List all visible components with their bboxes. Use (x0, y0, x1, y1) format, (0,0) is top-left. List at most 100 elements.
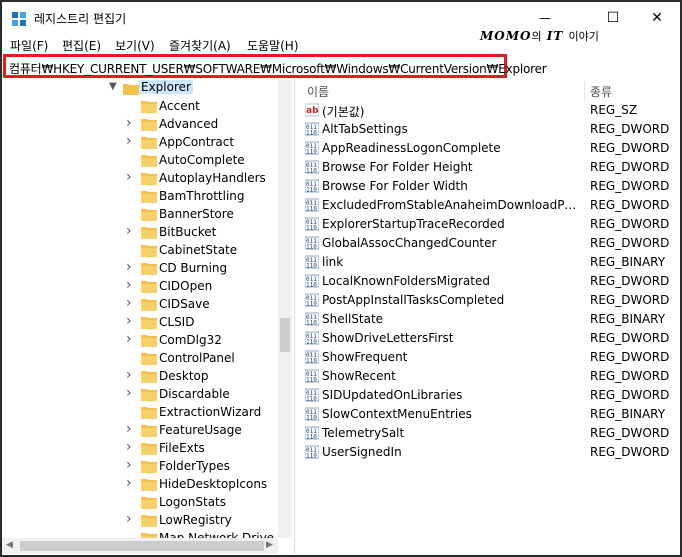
value-type: REG_DWORD (590, 236, 670, 250)
value-type: REG_DWORD (590, 179, 670, 193)
scroll-left-icon[interactable]: ◀ (6, 540, 13, 550)
chevron-right-icon[interactable]: › (126, 313, 132, 329)
tree-item-label: HideDesktopIcons (159, 477, 268, 491)
list-item[interactable]: 011 110 GlobalAssocChangedCounter REG_DWORD (300, 234, 680, 253)
tree-item[interactable]: › BitBucket (2, 223, 278, 242)
folder-icon (141, 155, 157, 167)
tree-item[interactable]: › FileExts (2, 439, 278, 458)
value-name: SIDUpdatedOnLibraries (322, 388, 463, 402)
tree-item[interactable]: LogonStats (2, 494, 278, 512)
tree-item[interactable]: Map Network Drive M (2, 530, 288, 538)
list-item[interactable]: 011 110 ShowDriveLettersFirst REG_DWORD (300, 329, 680, 348)
chevron-right-icon[interactable]: › (126, 439, 132, 455)
chevron-right-icon[interactable]: › (126, 223, 132, 239)
list-item[interactable]: 011 110 UserSignedIn REG_DWORD (300, 443, 680, 462)
list-item[interactable]: 011 110 AltTabSettings REG_DWORD (300, 120, 680, 139)
tree-item[interactable]: BannerStore (2, 206, 278, 224)
chevron-right-icon[interactable]: › (126, 115, 132, 131)
tree-item[interactable]: › LowRegistry (2, 511, 278, 530)
list-item[interactable]: 011 110 ExcludedFromStableAnaheimDownloadP… (300, 196, 680, 215)
list-item[interactable]: 011 110 LocalKnownFoldersMigrated REG_DWORD (300, 272, 680, 291)
tree-item[interactable]: Accent (2, 98, 278, 116)
list-item[interactable]: 011 110 link REG_BINARY (300, 253, 680, 272)
list-item[interactable]: 011 110 ShowFrequent REG_DWORD (300, 348, 680, 367)
folder-open-icon (123, 84, 139, 95)
column-divider[interactable] (584, 80, 585, 102)
value-list[interactable]: 이름 종류 ab (기본값) REG_SZ 011 110 AltTabSettings R… (300, 80, 680, 554)
value-name: link (322, 255, 344, 269)
chevron-down-icon[interactable]: ▼ (109, 81, 117, 92)
tree-horizontal-scroll-thumb[interactable] (20, 541, 264, 551)
chevron-right-icon[interactable]: › (126, 511, 132, 527)
chevron-right-icon[interactable]: › (126, 331, 132, 347)
chevron-right-icon[interactable]: › (126, 133, 132, 149)
list-item[interactable]: 011 110 Browse For Folder Height REG_DWORD (300, 158, 680, 177)
address-bar[interactable]: 컴퓨터₩HKEY_CURRENT_USER₩SOFTWARE₩Microsoft… (3, 54, 547, 78)
tree-item-label: FeatureUsage (159, 423, 242, 437)
tree-item-label: Accent (159, 99, 200, 113)
binary-value-icon: 011110 (305, 407, 319, 421)
tree-item[interactable]: › HideDesktopIcons (2, 475, 278, 494)
list-item[interactable]: 011 110 ShellState REG_BINARY (300, 310, 680, 329)
tree-item[interactable]: CabinetState (2, 242, 278, 260)
list-item[interactable]: 011 110 ExplorerStartupTraceRecorded REG_DW… (300, 215, 680, 234)
tree-item[interactable]: › CIDOpen (2, 277, 278, 296)
pane-splitter[interactable] (294, 80, 299, 554)
tree-item[interactable]: › CIDSave (2, 295, 278, 314)
list-item[interactable]: 011 110 PostAppInstallTasksCompleted REG_DW… (300, 291, 680, 310)
tree-item[interactable]: › FeatureUsage (2, 421, 278, 440)
tree-vertical-scrollbar[interactable] (278, 80, 292, 538)
chevron-right-icon[interactable]: › (126, 475, 132, 491)
menu-file[interactable]: 파일(F) (10, 37, 48, 54)
value-name: TelemetrySalt (322, 426, 405, 440)
tree-horizontal-scrollbar[interactable]: ◀ ▶ (2, 538, 278, 554)
list-item[interactable]: 011 110 AppReadinessLogonComplete REG_DWORD (300, 139, 680, 158)
menu-edit[interactable]: 편집(E) (62, 37, 101, 54)
tree-item[interactable]: BamThrottling (2, 188, 278, 206)
list-item[interactable]: 011 110 SIDUpdatedOnLibraries REG_DWORD (300, 386, 680, 405)
key-tree[interactable]: ▼ Explorer Accent › Advanced › AppContract Au… (2, 80, 292, 538)
chevron-right-icon[interactable]: › (126, 385, 132, 401)
tree-item[interactable]: › AutoplayHandlers (2, 169, 278, 188)
chevron-right-icon[interactable]: › (126, 421, 132, 437)
tree-item-label: CIDOpen (159, 279, 213, 293)
chevron-right-icon[interactable]: › (126, 457, 132, 473)
scroll-right-icon[interactable]: ▶ (266, 540, 273, 550)
folder-icon (141, 137, 157, 149)
tree-item[interactable]: ExtractionWizard (2, 404, 278, 422)
tree-vertical-scroll-thumb[interactable] (280, 318, 290, 352)
list-item[interactable]: 011 110 TelemetrySalt REG_DWORD (300, 424, 680, 443)
tree-item[interactable]: › CLSID (2, 313, 278, 332)
menu-view[interactable]: 보기(V) (115, 37, 155, 54)
tree-item[interactable]: › AppContract (2, 133, 278, 152)
menu-favorites[interactable]: 즐겨찾기(A) (169, 37, 231, 54)
tree-item[interactable]: ControlPanel (2, 350, 278, 368)
tree-item[interactable]: AutoComplete (2, 152, 278, 170)
tree-item[interactable]: › FolderTypes (2, 457, 278, 476)
tree-item[interactable]: › ComDlg32 (2, 331, 278, 350)
menu-help[interactable]: 도움말(H) (247, 37, 299, 54)
tree-item-label: BitBucket (159, 225, 217, 239)
chevron-right-icon[interactable]: › (126, 259, 132, 275)
chevron-right-icon[interactable]: › (126, 169, 132, 185)
chevron-right-icon[interactable]: › (126, 295, 132, 311)
tree-item[interactable]: › Desktop (2, 367, 278, 386)
tree-item[interactable]: › Advanced (2, 115, 278, 134)
list-item[interactable]: ab (기본값) REG_SZ (300, 101, 680, 120)
chevron-right-icon[interactable]: › (126, 367, 132, 383)
svg-text:110: 110 (306, 187, 317, 194)
value-name: PostAppInstallTasksCompleted (322, 293, 505, 307)
tree-item[interactable]: › Discardable (2, 385, 278, 404)
binary-value-icon: 011110 (305, 217, 319, 231)
value-type: REG_BINARY (590, 312, 666, 326)
tree-item-explorer[interactable]: ▼ Explorer (2, 80, 278, 98)
tree-item-label: CIDSave (159, 297, 210, 311)
list-item[interactable]: 011 110 SlowContextMenuEntries REG_BINARY (300, 405, 680, 424)
close-button[interactable]: ✕ (634, 2, 680, 34)
chevron-right-icon[interactable]: › (126, 277, 132, 293)
tree-item[interactable]: › CD Burning (2, 259, 278, 278)
list-item[interactable]: 011 110 Browse For Folder Width REG_DWORD (300, 177, 680, 196)
list-item[interactable]: 011 110 ShowRecent REG_DWORD (300, 367, 680, 386)
folder-icon (141, 425, 157, 437)
svg-text:110: 110 (306, 225, 317, 232)
